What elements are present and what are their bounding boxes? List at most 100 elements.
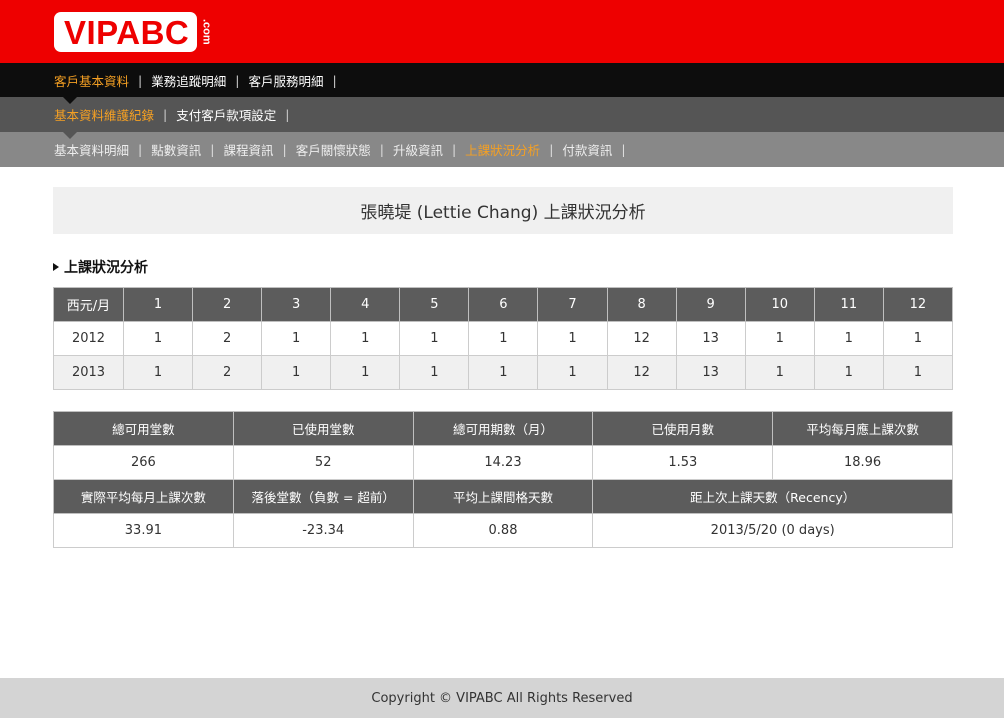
actual-monthly-classes-value: 33.91 xyxy=(53,513,234,548)
nav-separator: | xyxy=(138,72,143,88)
summary-value-row: 33.91 -23.34 0.88 2013/5/20 (0 days) xyxy=(53,513,953,548)
column-header: 11 xyxy=(813,287,884,322)
page-title: 張曉堤 (Lettie Chang) 上課狀況分析 xyxy=(53,187,953,234)
table-cell: 1 xyxy=(261,355,332,390)
tab-customer-care[interactable]: 客戶關懷狀態 xyxy=(296,140,371,159)
table-row: 2013 1 2 1 1 1 1 1 12 13 1 1 1 xyxy=(53,355,954,390)
summary-value-row: 266 52 14.23 1.53 18.96 xyxy=(53,445,953,480)
used-classes-header: 已使用堂數 xyxy=(232,411,414,446)
table-cell: 2 xyxy=(192,321,263,356)
section-heading: 上課狀況分析 xyxy=(53,257,148,277)
table-cell: 1 xyxy=(261,321,332,356)
year-cell: 2013 xyxy=(53,355,124,390)
recency-header: 距上次上課天數（Recency） xyxy=(592,479,953,514)
secondary-nav: 基本資料維護紀錄 | 支付客戶款項設定 | xyxy=(0,97,1004,139)
nav-separator: | xyxy=(210,142,215,157)
nav-sales-tracking[interactable]: 業務追蹤明細 xyxy=(151,71,226,90)
recency-value: 2013/5/20 (0 days) xyxy=(592,513,953,548)
nav-separator: | xyxy=(285,107,290,122)
nav-separator: | xyxy=(332,72,337,88)
table-cell: 1 xyxy=(744,321,815,356)
average-interval-days-header: 平均上課間格天數 xyxy=(412,479,594,514)
used-months-header: 已使用月數 xyxy=(592,411,774,446)
active-subnav-indicator xyxy=(63,132,77,139)
nav-payment-settings[interactable]: 支付客戶款項設定 xyxy=(176,105,276,124)
column-header: 西元/月 xyxy=(53,287,124,322)
table-cell: 1 xyxy=(330,355,401,390)
behind-classes-value: -23.34 xyxy=(232,513,414,548)
nav-basic-data-maintenance[interactable]: 基本資料維護紀錄 xyxy=(54,105,154,124)
table-cell: 1 xyxy=(537,321,608,356)
table-cell: 1 xyxy=(468,321,539,356)
table-cell: 1 xyxy=(330,321,401,356)
nav-separator: | xyxy=(379,142,384,157)
section-heading-label: 上課狀況分析 xyxy=(64,260,148,276)
table-cell: 13 xyxy=(675,321,746,356)
table-cell: 1 xyxy=(882,321,954,356)
average-interval-days-value: 0.88 xyxy=(412,513,594,548)
used-months-value: 1.53 xyxy=(592,445,774,480)
table-cell: 1 xyxy=(537,355,608,390)
nav-separator: | xyxy=(138,142,143,157)
actual-monthly-classes-header: 實際平均每月上課次數 xyxy=(53,479,234,514)
table-cell: 1 xyxy=(399,355,470,390)
column-header: 7 xyxy=(537,287,608,322)
column-header: 10 xyxy=(744,287,815,322)
total-available-months-header: 總可用期數（月） xyxy=(412,411,594,446)
column-header: 4 xyxy=(330,287,401,322)
table-cell: 1 xyxy=(813,355,884,390)
logo-suffix: .com xyxy=(200,19,213,45)
column-header: 9 xyxy=(675,287,746,322)
table-cell: 1 xyxy=(468,355,539,390)
tab-payment-info[interactable]: 付款資訊 xyxy=(562,140,612,159)
table-header-row: 西元/月 1 2 3 4 5 6 7 8 9 10 11 12 xyxy=(53,287,954,322)
nav-separator: | xyxy=(549,142,554,157)
expected-monthly-classes-value: 18.96 xyxy=(772,445,953,480)
table-cell: 12 xyxy=(606,355,677,390)
column-header: 2 xyxy=(192,287,263,322)
total-available-classes-header: 總可用堂數 xyxy=(53,411,234,446)
primary-nav: 客戶基本資料 | 業務追蹤明細 | 客戶服務明細 | xyxy=(0,63,1004,104)
column-header: 1 xyxy=(122,287,194,322)
nav-separator: | xyxy=(163,107,168,122)
nav-separator: | xyxy=(621,142,626,157)
tab-course-info[interactable]: 課程資訊 xyxy=(223,140,273,159)
nav-customer-basic-info[interactable]: 客戶基本資料 xyxy=(54,71,129,90)
total-available-classes-value: 266 xyxy=(53,445,234,480)
nav-separator: | xyxy=(282,142,287,157)
copyright-text: Copyright © VIPABC All Rights Reserved xyxy=(371,690,633,706)
vipabc-logo[interactable]: VIPABC .com xyxy=(54,12,213,52)
nav-separator: | xyxy=(451,142,457,157)
tertiary-nav: 基本資料明細 | 點數資訊 | 課程資訊 | 客戶關懷狀態 | 升級資訊 | 上… xyxy=(0,132,1004,167)
triangle-right-icon xyxy=(53,263,59,271)
expected-monthly-classes-header: 平均每月應上課次數 xyxy=(772,411,953,446)
tab-points-info[interactable]: 點數資訊 xyxy=(151,140,201,159)
table-cell: 1 xyxy=(122,355,194,390)
table-cell: 1 xyxy=(122,321,194,356)
table-cell: 2 xyxy=(192,355,263,390)
tab-basic-details[interactable]: 基本資料明細 xyxy=(54,140,129,159)
summary-header-row: 總可用堂數 已使用堂數 總可用期數（月） 已使用月數 平均每月應上課次數 xyxy=(53,411,953,446)
monthly-classes-table: 西元/月 1 2 3 4 5 6 7 8 9 10 11 12 2012 1 2… xyxy=(53,287,954,390)
active-nav-indicator xyxy=(63,97,77,104)
column-header: 12 xyxy=(882,287,954,322)
top-header: VIPABC .com xyxy=(0,0,1004,63)
used-classes-value: 52 xyxy=(232,445,414,480)
table-cell: 1 xyxy=(744,355,815,390)
summary-stats-table: 總可用堂數 已使用堂數 總可用期數（月） 已使用月數 平均每月應上課次數 266… xyxy=(53,411,953,548)
summary-header-row: 實際平均每月上課次數 落後堂數（負數 = 超前） 平均上課間格天數 距上次上課天… xyxy=(53,479,953,514)
column-header: 3 xyxy=(261,287,332,322)
nav-customer-service[interactable]: 客戶服務明細 xyxy=(248,71,323,90)
behind-classes-header: 落後堂數（負數 = 超前） xyxy=(232,479,414,514)
table-cell: 12 xyxy=(606,321,677,356)
total-available-months-value: 14.23 xyxy=(412,445,594,480)
table-cell: 1 xyxy=(813,321,884,356)
tab-class-analysis[interactable]: 上課狀況分析 xyxy=(465,140,540,159)
table-row: 2012 1 2 1 1 1 1 1 12 13 1 1 1 xyxy=(53,321,954,356)
tab-upgrade-info[interactable]: 升級資訊 xyxy=(393,140,443,159)
column-header: 5 xyxy=(399,287,470,322)
logo-text: VIPABC xyxy=(64,13,190,51)
logo-box: VIPABC xyxy=(54,12,198,52)
column-header: 8 xyxy=(606,287,677,322)
column-header: 6 xyxy=(468,287,539,322)
